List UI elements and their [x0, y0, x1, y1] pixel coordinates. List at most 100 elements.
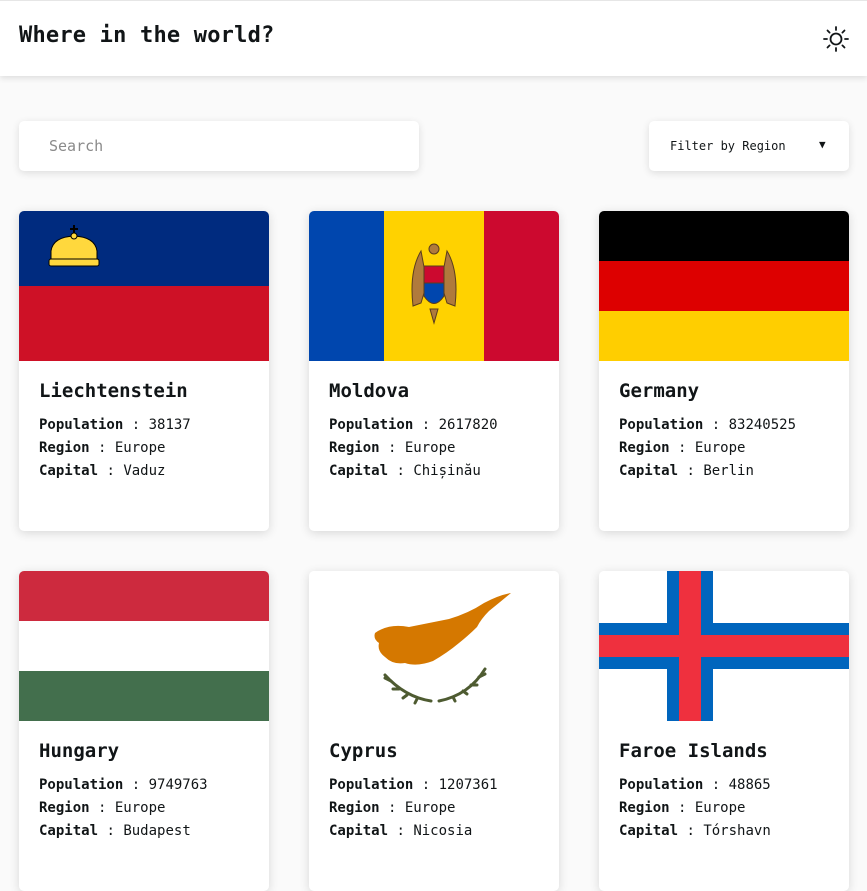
capital-line: Capital : Budapest [39, 823, 191, 839]
population-label: Population [329, 417, 414, 433]
population-label: Population [619, 777, 704, 793]
country-name: Germany [619, 380, 700, 402]
flag-band [19, 671, 269, 721]
capital-label: Capital [39, 823, 99, 839]
separator: : [379, 800, 405, 816]
country-card-cyprus[interactable]: Cyprus Population : 1207361 Region : Eur… [309, 571, 559, 891]
page-title: Where in the world? [19, 23, 275, 48]
region-value: Europe [114, 440, 166, 456]
population-line: Population : 9749763 [39, 777, 208, 793]
region-line: Region : Europe [329, 800, 455, 816]
capital-value: Berlin [703, 463, 754, 479]
flag-faroe-islands-icon [599, 571, 849, 721]
separator: : [669, 800, 695, 816]
separator: : [413, 777, 439, 793]
country-name: Hungary [39, 740, 120, 762]
flag-band [599, 311, 849, 361]
separator: : [98, 823, 124, 839]
search-input[interactable] [19, 121, 419, 171]
country-name: Moldova [329, 380, 410, 402]
capital-label: Capital [619, 823, 679, 839]
flag-liechtenstein-icon [19, 211, 269, 361]
population-value: 9749763 [148, 777, 208, 793]
flag-germany-icon [599, 211, 849, 361]
population-line: Population : 1207361 [329, 777, 498, 793]
region-line: Region : Europe [619, 800, 745, 816]
population-label: Population [39, 417, 124, 433]
region-value: Europe [694, 800, 746, 816]
sun-icon [823, 26, 849, 52]
separator: : [678, 463, 704, 479]
population-line: Population : 2617820 [329, 417, 498, 433]
population-value: 1207361 [438, 777, 498, 793]
country-card-hungary[interactable]: Hungary Population : 9749763 Region : Eu… [19, 571, 269, 891]
region-line: Region : Europe [39, 800, 165, 816]
region-value: Europe [404, 800, 456, 816]
separator: : [388, 823, 414, 839]
capital-value: Vaduz [123, 463, 166, 479]
country-card-germany[interactable]: Germany Population : 83240525 Region : E… [599, 211, 849, 531]
capital-value: Chișinău [413, 463, 481, 479]
region-line: Region : Europe [39, 440, 165, 456]
search-box [19, 121, 419, 171]
region-label: Region [619, 440, 670, 456]
flag-band [19, 571, 269, 621]
separator: : [123, 777, 149, 793]
country-card-faroe-islands[interactable]: Faroe Islands Population : 48865 Region … [599, 571, 849, 891]
region-value: Europe [404, 440, 456, 456]
separator: : [703, 777, 729, 793]
region-value: Europe [694, 440, 746, 456]
cross-horizontal [599, 635, 849, 657]
flag-band [484, 211, 559, 361]
region-filter-dropdown[interactable]: Filter by Region ▼ [649, 121, 849, 171]
capital-value: Nicosia [413, 823, 473, 839]
separator: : [413, 417, 439, 433]
population-label: Population [39, 777, 124, 793]
flag-band [599, 211, 849, 261]
population-line: Population : 38137 [39, 417, 191, 433]
separator: : [98, 463, 124, 479]
caret-down-icon: ▼ [819, 138, 826, 151]
capital-line: Capital : Nicosia [329, 823, 472, 839]
separator: : [379, 440, 405, 456]
population-value: 48865 [728, 777, 771, 793]
region-line: Region : Europe [329, 440, 455, 456]
capital-line: Capital : Vaduz [39, 463, 165, 479]
region-label: Region [39, 800, 90, 816]
capital-value: Tórshavn [703, 823, 771, 839]
region-label: Region [39, 440, 90, 456]
theme-toggle-button[interactable] [822, 25, 850, 53]
filter-label: Filter by Region [670, 139, 786, 153]
region-label: Region [329, 440, 380, 456]
capital-label: Capital [329, 463, 389, 479]
country-name: Cyprus [329, 740, 398, 762]
population-line: Population : 83240525 [619, 417, 796, 433]
population-label: Population [619, 417, 704, 433]
country-card-liechtenstein[interactable]: Liechtenstein Population : 38137 Region … [19, 211, 269, 531]
population-value: 83240525 [728, 417, 797, 433]
capital-label: Capital [39, 463, 99, 479]
region-line: Region : Europe [619, 440, 745, 456]
flag-moldova-icon [309, 211, 559, 361]
separator: : [669, 440, 695, 456]
flag-band [19, 621, 269, 671]
separator: : [89, 800, 115, 816]
site-header: Where in the world? [0, 0, 867, 76]
country-card-moldova[interactable]: Moldova Population : 2617820 Region : Eu… [309, 211, 559, 531]
capital-value: Budapest [123, 823, 191, 839]
flag-hungary-icon [19, 571, 269, 721]
capital-line: Capital : Berlin [619, 463, 754, 479]
population-value: 38137 [148, 417, 191, 433]
region-value: Europe [114, 800, 166, 816]
country-name: Faroe Islands [619, 740, 768, 762]
region-label: Region [619, 800, 670, 816]
capital-line: Capital : Tórshavn [619, 823, 771, 839]
population-value: 2617820 [438, 417, 498, 433]
capital-label: Capital [329, 823, 389, 839]
separator: : [703, 417, 729, 433]
flag-band [309, 211, 384, 361]
separator: : [388, 463, 414, 479]
separator: : [89, 440, 115, 456]
flag-band [19, 286, 269, 361]
flag-band [599, 261, 849, 311]
